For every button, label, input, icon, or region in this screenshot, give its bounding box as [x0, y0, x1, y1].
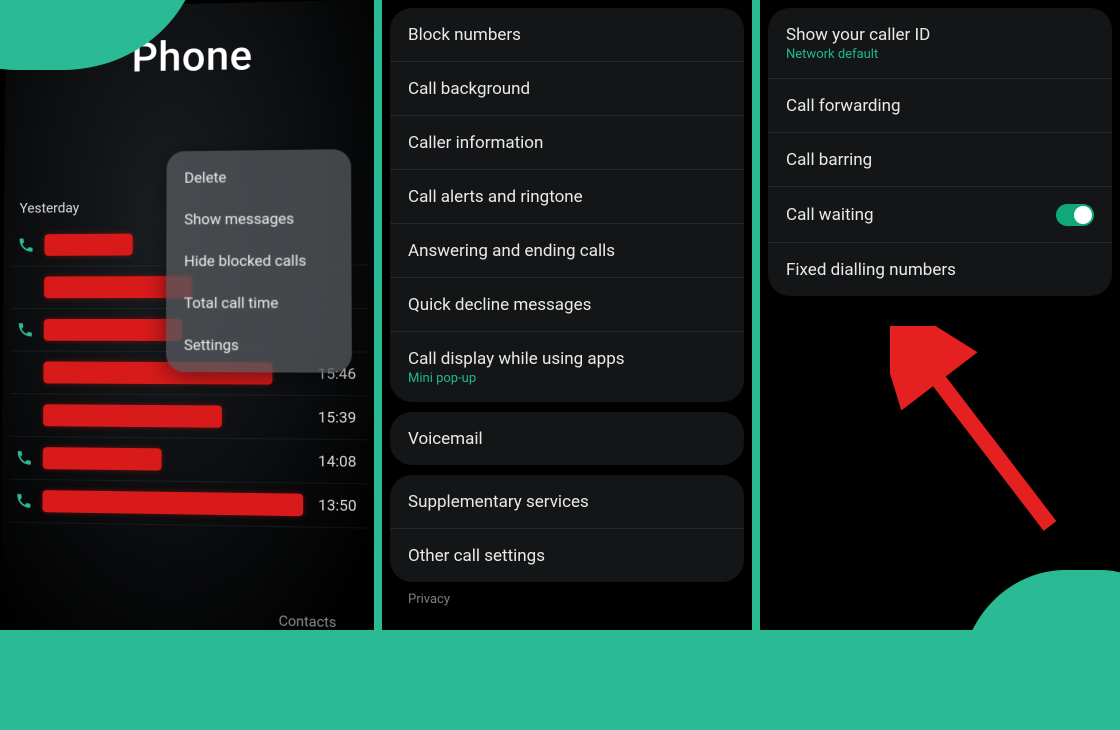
bottom-nav: Contacts [0, 601, 374, 630]
row-label: Block numbers [408, 25, 726, 45]
call-time: 13:50 [318, 496, 363, 515]
call-log-row[interactable]: 15:39 [10, 394, 369, 440]
row-call-waiting[interactable]: Call waiting [768, 187, 1112, 243]
row-label: Call barring [786, 150, 1094, 170]
row-quick-decline-messages[interactable]: Quick decline messages [390, 278, 744, 332]
row-label: Caller information [408, 133, 726, 153]
settings-section-privacy: Privacy [382, 592, 752, 611]
row-label: Call display while using apps [408, 349, 726, 369]
settings-card-supplementary: Show your caller ID Network default Call f… [768, 8, 1112, 296]
app-title: Phone [131, 29, 374, 82]
row-voicemail[interactable]: Voicemail [390, 412, 744, 465]
menu-total-call-time[interactable]: Total call time [166, 282, 352, 324]
redacted-contact [44, 234, 132, 256]
redacted-contact [43, 404, 222, 427]
row-sublabel: Mini pop-up [408, 371, 726, 386]
row-supplementary-services[interactable]: Supplementary services [390, 475, 744, 529]
row-answering-and-ending-calls[interactable]: Answering and ending calls [390, 224, 744, 278]
row-label: Other call settings [408, 546, 726, 566]
redacted-contact [44, 319, 182, 341]
call-time: 14:08 [318, 452, 363, 471]
row-fixed-dialling-numbers[interactable]: Fixed dialling numbers [768, 243, 1112, 296]
panel-call-settings: Block numbers Call background Caller infor… [382, 0, 752, 630]
panel-call-log: Phone Yesterday 15:4615:39 14:08 13:50 D… [0, 0, 374, 630]
menu-show-messages[interactable]: Show messages [166, 197, 351, 240]
row-label: Fixed dialling numbers [786, 260, 1094, 280]
call-time: 15:39 [318, 408, 363, 427]
settings-card-1: Block numbers Call background Caller infor… [390, 8, 744, 402]
row-label: Show your caller ID [786, 25, 1094, 45]
row-label: Voicemail [408, 429, 726, 449]
row-call-background[interactable]: Call background [390, 62, 744, 116]
menu-settings[interactable]: Settings [166, 324, 352, 367]
redacted-contact [43, 447, 162, 470]
panel-supplementary-services: Show your caller ID Network default Call f… [760, 0, 1120, 630]
row-sublabel: Network default [786, 47, 1094, 62]
row-label: Call alerts and ringtone [408, 187, 726, 207]
row-other-call-settings[interactable]: Other call settings [390, 529, 744, 582]
row-label: Call forwarding [786, 96, 1094, 116]
row-label: Supplementary services [408, 492, 726, 512]
row-call-display-while-using-apps[interactable]: Call display while using apps Mini pop-up [390, 332, 744, 402]
row-show-your-caller-id[interactable]: Show your caller ID Network default [768, 8, 1112, 79]
settings-card-3: Supplementary services Other call setting… [390, 475, 744, 582]
outgoing-call-icon [17, 236, 35, 254]
outgoing-call-icon [15, 492, 33, 510]
row-call-alerts-and-ringtone[interactable]: Call alerts and ringtone [390, 170, 744, 224]
settings-card-2: Voicemail [390, 412, 744, 465]
outgoing-call-icon [16, 321, 34, 339]
call-log-row[interactable]: 13:50 [9, 480, 369, 529]
context-menu: Delete Show messages Hide blocked calls … [166, 149, 352, 373]
row-call-forwarding[interactable]: Call forwarding [768, 79, 1112, 133]
call-log-row[interactable]: 14:08 [9, 437, 368, 485]
nav-contacts[interactable]: Contacts [279, 613, 337, 630]
row-block-numbers[interactable]: Block numbers [390, 8, 744, 62]
toggle-switch[interactable] [1056, 204, 1094, 226]
row-label: Answering and ending calls [408, 241, 726, 261]
row-label: Quick decline messages [408, 295, 726, 315]
menu-hide-blocked-calls[interactable]: Hide blocked calls [166, 239, 351, 282]
menu-delete[interactable]: Delete [166, 155, 351, 199]
outgoing-call-icon [15, 449, 33, 467]
row-label: Call background [408, 79, 726, 99]
row-call-barring[interactable]: Call barring [768, 133, 1112, 187]
redacted-contact [42, 490, 303, 516]
row-label: Call waiting [786, 205, 874, 225]
row-caller-information[interactable]: Caller information [390, 116, 744, 170]
